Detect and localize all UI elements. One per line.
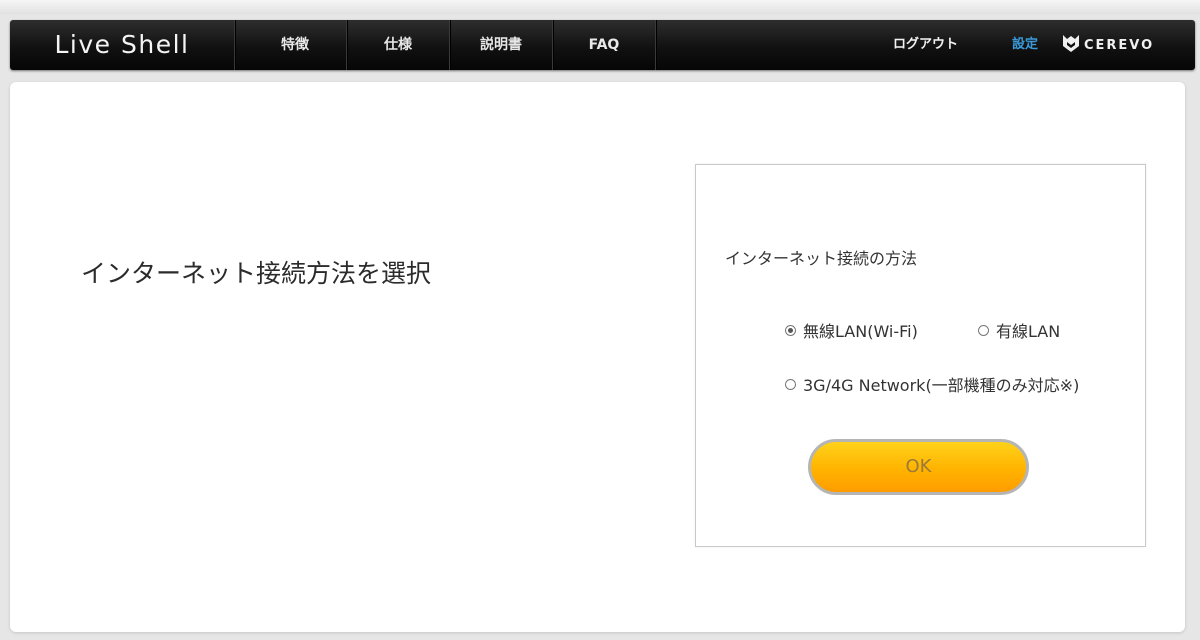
top-navbar: Live Shell 特徴 仕様 説明書 FAQ ログアウト 設定 CEREVO bbox=[10, 20, 1195, 70]
cerevo-brand[interactable]: CEREVO bbox=[1062, 34, 1154, 56]
brand-name: CEREVO bbox=[1084, 37, 1155, 53]
cerevo-logo-icon bbox=[1062, 33, 1080, 57]
browser-top-strip bbox=[0, 0, 1200, 14]
nav-item-features[interactable]: 特徴 bbox=[244, 20, 346, 70]
radio-mobile-network[interactable]: 3G/4G Network(一部機種のみ対応※) bbox=[785, 372, 1079, 396]
radio-checked-icon[interactable] bbox=[785, 324, 796, 336]
nav-item-manual[interactable]: 説明書 bbox=[450, 20, 552, 70]
nav-divider bbox=[234, 20, 236, 70]
form-title: インターネット接続の方法 bbox=[725, 249, 918, 268]
ok-button[interactable]: OK bbox=[808, 439, 1029, 495]
logout-link[interactable]: ログアウト bbox=[893, 20, 958, 70]
radio-wired-lan[interactable]: 有線LAN bbox=[978, 318, 1060, 342]
nav-item-specs[interactable]: 仕様 bbox=[347, 20, 449, 70]
nav-divider bbox=[655, 20, 657, 70]
settings-link[interactable]: 設定 bbox=[1012, 20, 1038, 70]
radio-unchecked-icon[interactable] bbox=[978, 324, 989, 336]
page-title: インターネット接続方法を選択 bbox=[81, 259, 432, 288]
nav-item-faq[interactable]: FAQ bbox=[553, 20, 655, 70]
site-logo[interactable]: Live Shell bbox=[10, 20, 234, 70]
radio-wifi[interactable]: 無線LAN(Wi-Fi) bbox=[785, 318, 918, 342]
radio-unchecked-icon[interactable] bbox=[785, 378, 796, 390]
radio-wifi-label: 無線LAN(Wi-Fi) bbox=[803, 322, 918, 341]
connection-form: インターネット接続の方法 無線LAN(Wi-Fi) 有線LAN 3G/4G Ne… bbox=[695, 164, 1146, 547]
main-panel: インターネット接続方法を選択 インターネット接続の方法 無線LAN(Wi-Fi)… bbox=[10, 82, 1185, 632]
radio-mobile-network-label: 3G/4G Network(一部機種のみ対応※) bbox=[803, 376, 1080, 395]
radio-wired-lan-label: 有線LAN bbox=[996, 322, 1061, 341]
